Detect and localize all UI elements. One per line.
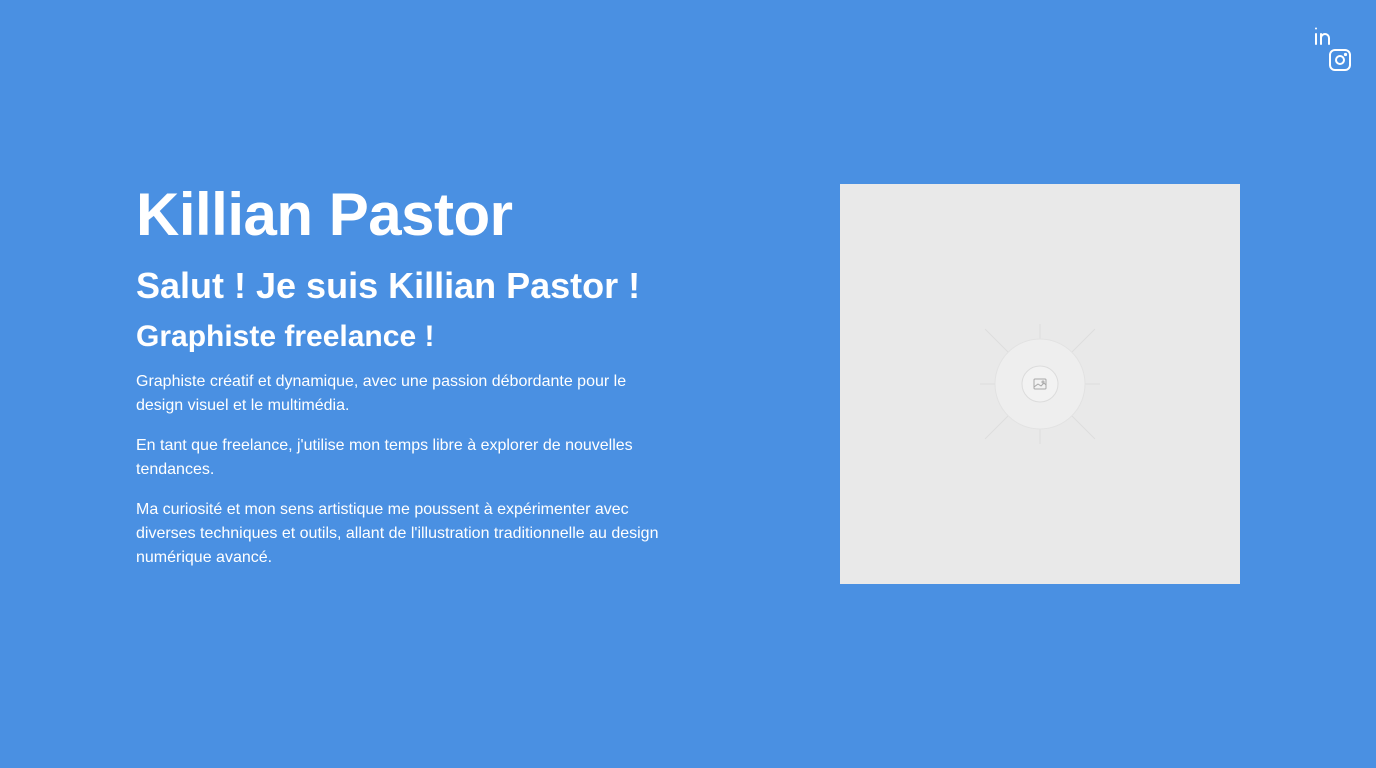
intro-paragraph: Graphiste créatif et dynamique, avec une…: [136, 373, 627, 414]
social-links: [1312, 24, 1352, 72]
hero-section: Killian Pastor Salut ! Je suis Killian P…: [136, 184, 676, 586]
image-placeholder-icon: [980, 324, 1100, 444]
linkedin-icon: [1315, 27, 1330, 45]
greeting-heading: Salut ! Je suis Killian Pastor !: [136, 265, 641, 306]
linkedin-link[interactable]: [1312, 24, 1336, 48]
freelance-paragraph: En tant que freelance, j'utilise mon tem…: [136, 437, 633, 478]
curiosity-paragraph: Ma curiosité et mon sens artistique me p…: [136, 501, 659, 566]
instagram-icon: [1329, 49, 1351, 71]
instagram-link[interactable]: [1328, 48, 1352, 72]
profile-image-placeholder: [840, 184, 1240, 584]
page-title: Killian Pastor: [136, 181, 513, 248]
role-heading: Graphiste freelance !: [136, 320, 435, 353]
